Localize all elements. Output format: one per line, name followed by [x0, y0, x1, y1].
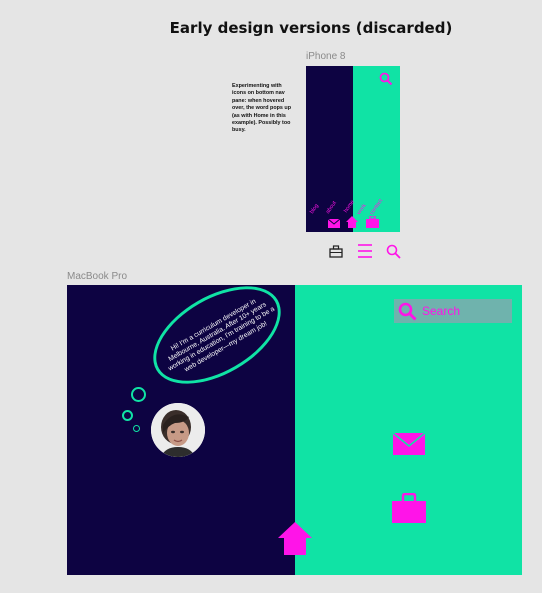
thought-dot-large: [131, 387, 146, 402]
search-icon[interactable]: [386, 244, 401, 259]
design-note: Experimenting with icons on bottom nav p…: [232, 83, 292, 134]
mail-icon[interactable]: [393, 433, 425, 455]
iphone-frame: blog about home work contact: [306, 66, 400, 232]
search-icon: [398, 302, 417, 321]
avatar-portrait-image: [151, 403, 205, 457]
briefcase-icon[interactable]: [329, 245, 343, 258]
mail-icon[interactable]: [328, 219, 340, 228]
page-title: Early design versions (discarded): [169, 19, 453, 37]
macbook-frame: Hi! I'm a curriculum developer in Melbou…: [67, 285, 522, 575]
macbook-right-panel: [295, 285, 522, 575]
search-icon[interactable]: [379, 72, 393, 86]
thought-dot-medium: [122, 410, 133, 421]
home-icon[interactable]: [278, 522, 312, 555]
home-icon[interactable]: [346, 216, 358, 228]
avatar: [151, 403, 205, 457]
thought-dot-small: [133, 425, 140, 432]
macbook-frame-label: MacBook Pro: [67, 271, 128, 282]
briefcase-icon[interactable]: [366, 216, 379, 228]
briefcase-icon[interactable]: [392, 493, 426, 523]
search-placeholder: Search: [422, 304, 461, 318]
iphone-frame-label: iPhone 8: [306, 51, 346, 62]
search-input[interactable]: Search: [394, 299, 512, 323]
menu-icon[interactable]: [357, 243, 373, 259]
